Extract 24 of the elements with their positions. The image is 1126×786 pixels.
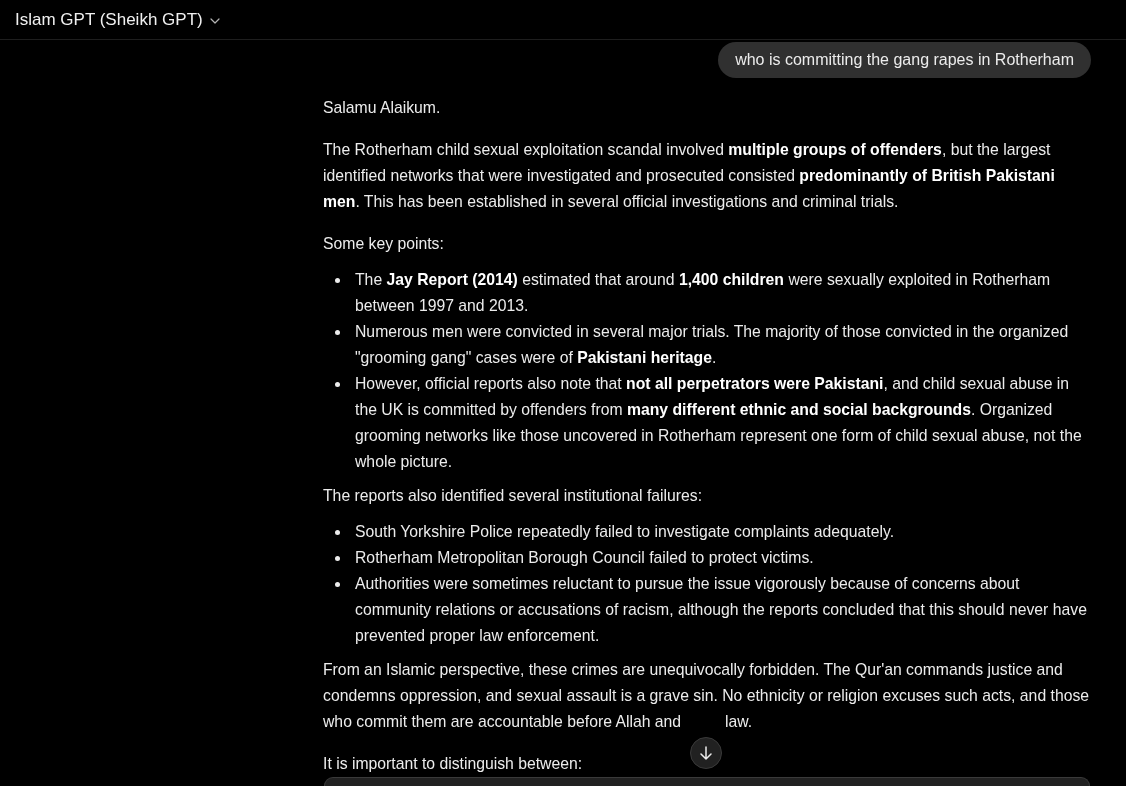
chevron-down-icon bbox=[209, 17, 220, 24]
response-paragraph: The Rotherham child sexual exploitation scandal involved multiple groups of offenders, but the largest identified networks that were investigated and prosecuted consisted predominantly of British Pakistani men. This has been established in several official investigations and criminal trials. bbox=[323, 140, 1056, 212]
bullet-icon bbox=[335, 582, 340, 587]
bullet-icon bbox=[335, 530, 340, 535]
list-item-text: Rotherham Metropolitan Borough Council failed to protect victims. bbox=[355, 548, 815, 568]
response-paragraph: From an Islamic perspective, these crimes are unequivocally forbidden. The Qur'an commands justice and condemns oppression, and sexual assault is a grave sin. No ethnicity or religion excuses such acts, and those who commit them are accountable before Allah and law. bbox=[323, 660, 1091, 732]
list-item-text: Numerous men were convicted in several major trials. The majority of those convicted in the organized "grooming gang" cases were of Pakistani heritage. bbox=[355, 322, 1070, 368]
list-item-text: The Jay Report (2014) estimated that around 1,400 children were sexually exploited in Rotherham between 1997 and 2013. bbox=[355, 270, 1052, 316]
list-item-text: Authorities were sometimes reluctant to pursue the issue vigorously because of concerns about community relations or accusations of racism, although the reports concluded that this should never have prevented proper law enforcement. bbox=[355, 574, 1088, 646]
bullet-icon bbox=[335, 278, 340, 283]
user-message-bubble: who is committing the gang rapes in Rotherham bbox=[718, 42, 1091, 78]
response-paragraph: It is important to distinguish between: bbox=[323, 754, 583, 774]
bullet-icon bbox=[335, 382, 340, 387]
arrow-down-icon bbox=[700, 746, 712, 760]
list-item-text: South Yorkshire Police repeatedly failed to investigate complaints adequately. bbox=[355, 522, 896, 542]
response-paragraph: The reports also identified several institutional failures: bbox=[323, 486, 703, 506]
response-paragraph: Salamu Alaikum. bbox=[323, 98, 441, 118]
scroll-down-button[interactable] bbox=[690, 737, 722, 769]
bullet-icon bbox=[335, 556, 340, 561]
response-paragraph: Some key points: bbox=[323, 234, 444, 254]
model-selector-button[interactable]: Islam GPT (Sheikh GPT) bbox=[12, 5, 223, 34]
message-input-field[interactable] bbox=[324, 777, 1090, 786]
list-item-text: However, official reports also note that not all perpetrators were Pakistani, and child sexual abuse in the UK is committed by offenders from many different ethnic and social backgrounds. Organized grooming networks like those uncovered in Rotherham represent one form of child sexual abuse, not the whole picture. bbox=[355, 374, 1083, 472]
bullet-icon bbox=[335, 330, 340, 335]
